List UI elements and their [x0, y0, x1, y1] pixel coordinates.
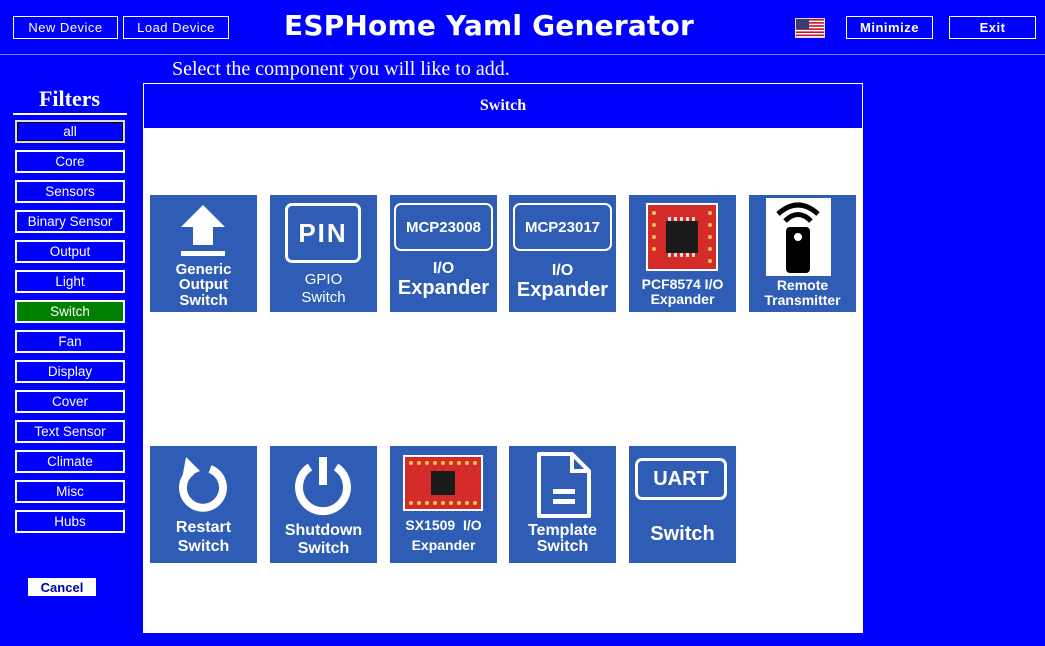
tile-label-line2: Switch: [301, 289, 346, 306]
upload-arrow-icon: [181, 205, 225, 256]
tile-label-line2: Output: [178, 276, 229, 293]
load-device-button[interactable]: Load Device: [123, 16, 229, 39]
filter-all[interactable]: all: [15, 120, 125, 143]
tile-uart-switch[interactable]: UART Switch: [629, 446, 736, 563]
tile-mcp23008-io-expander[interactable]: MCP23008 I/O Expander: [390, 195, 497, 312]
restart-icon: [179, 457, 227, 512]
mcp-chip-icon: MCP23008: [394, 203, 493, 251]
new-device-button[interactable]: New Device: [13, 16, 118, 39]
exit-button[interactable]: Exit: [949, 16, 1036, 39]
filter-binary-sensor[interactable]: Binary Sensor: [15, 210, 125, 233]
uart-chip-icon: UART: [635, 458, 727, 500]
filters-title: Filters: [38, 86, 101, 111]
pcb-board-icon: [403, 455, 483, 511]
minimize-button[interactable]: Minimize: [846, 16, 933, 39]
instruction-text: Select the component you will like to ad…: [172, 58, 510, 80]
tile-label-line2: Switch: [177, 538, 230, 555]
tile-label-line1: I/O: [432, 260, 455, 277]
filter-sensors[interactable]: Sensors: [15, 180, 125, 203]
filter-fan[interactable]: Fan: [15, 330, 125, 353]
filter-light[interactable]: Light: [15, 270, 125, 293]
document-icon: [537, 452, 591, 518]
tile-label-line2: Expander: [411, 537, 476, 553]
tile-pcf8574-io-expander[interactable]: PCF8574 I/O Expander: [629, 195, 736, 312]
tile-restart-switch[interactable]: Restart Switch: [150, 446, 257, 563]
filter-misc[interactable]: Misc: [15, 480, 125, 503]
filter-output[interactable]: Output: [15, 240, 125, 263]
tile-label-line1: Shutdown: [284, 522, 363, 539]
tile-label-line1: Generic: [175, 261, 232, 278]
tile-label-line2: Transmitter: [764, 292, 841, 308]
tile-label-line1: Restart: [175, 519, 232, 536]
tile-label-line1: Switch: [650, 523, 715, 545]
filter-cover[interactable]: Cover: [15, 390, 125, 413]
filter-core[interactable]: Core: [15, 150, 125, 173]
mcp-chip-icon: MCP23017: [513, 203, 612, 251]
tile-mcp23017-io-expander[interactable]: MCP23017 I/O Expander: [509, 195, 616, 312]
header-divider: [0, 54, 1045, 55]
tile-sx1509-io-expander[interactable]: SX1509 I/O Expander: [390, 446, 497, 563]
panel-header: Switch: [143, 83, 863, 129]
tile-label-line1: Template: [527, 522, 598, 539]
tile-gpio-switch[interactable]: PIN GPIO Switch: [270, 195, 377, 312]
tile-remote-transmitter[interactable]: Remote Transmitter: [749, 195, 856, 312]
tile-label-line2: Expander: [650, 291, 715, 307]
tile-label-line2: Switch: [536, 538, 589, 555]
tile-label-line1: GPIO: [304, 271, 343, 288]
panel-title: Switch: [479, 97, 527, 114]
tile-label-line1: PCF8574 I/O: [641, 276, 724, 292]
cancel-button[interactable]: Cancel: [28, 578, 96, 596]
filter-switch[interactable]: Switch: [15, 300, 125, 323]
remote-control-icon: [766, 198, 831, 276]
us-flag-icon[interactable]: [795, 18, 825, 38]
pcb-board-icon: [646, 203, 718, 271]
tile-label-line1: Remote: [776, 277, 829, 293]
filters-underline: [13, 113, 127, 115]
tile-label-line2: Switch: [297, 540, 350, 557]
filter-hubs[interactable]: Hubs: [15, 510, 125, 533]
tile-label-line1: SX1509 I/O: [405, 517, 482, 533]
power-icon: [295, 457, 351, 516]
component-panel: Switch Generic Output Switch PIN GPIO Sw…: [143, 83, 863, 633]
tile-template-switch[interactable]: Template Switch: [509, 446, 616, 563]
tile-label-line2: Expander: [397, 277, 490, 299]
tile-label-line1: I/O: [551, 262, 574, 279]
filter-display[interactable]: Display: [15, 360, 125, 383]
filter-climate[interactable]: Climate: [15, 450, 125, 473]
tile-shutdown-switch[interactable]: Shutdown Switch: [270, 446, 377, 563]
pin-icon: PIN: [285, 203, 361, 263]
app-title: ESPHome Yaml Generator: [284, 9, 694, 42]
tile-label-line2: Expander: [516, 279, 609, 301]
tile-generic-output-switch[interactable]: Generic Output Switch: [150, 195, 257, 312]
filter-text-sensor[interactable]: Text Sensor: [15, 420, 125, 443]
tile-label-line3: Switch: [179, 292, 228, 309]
